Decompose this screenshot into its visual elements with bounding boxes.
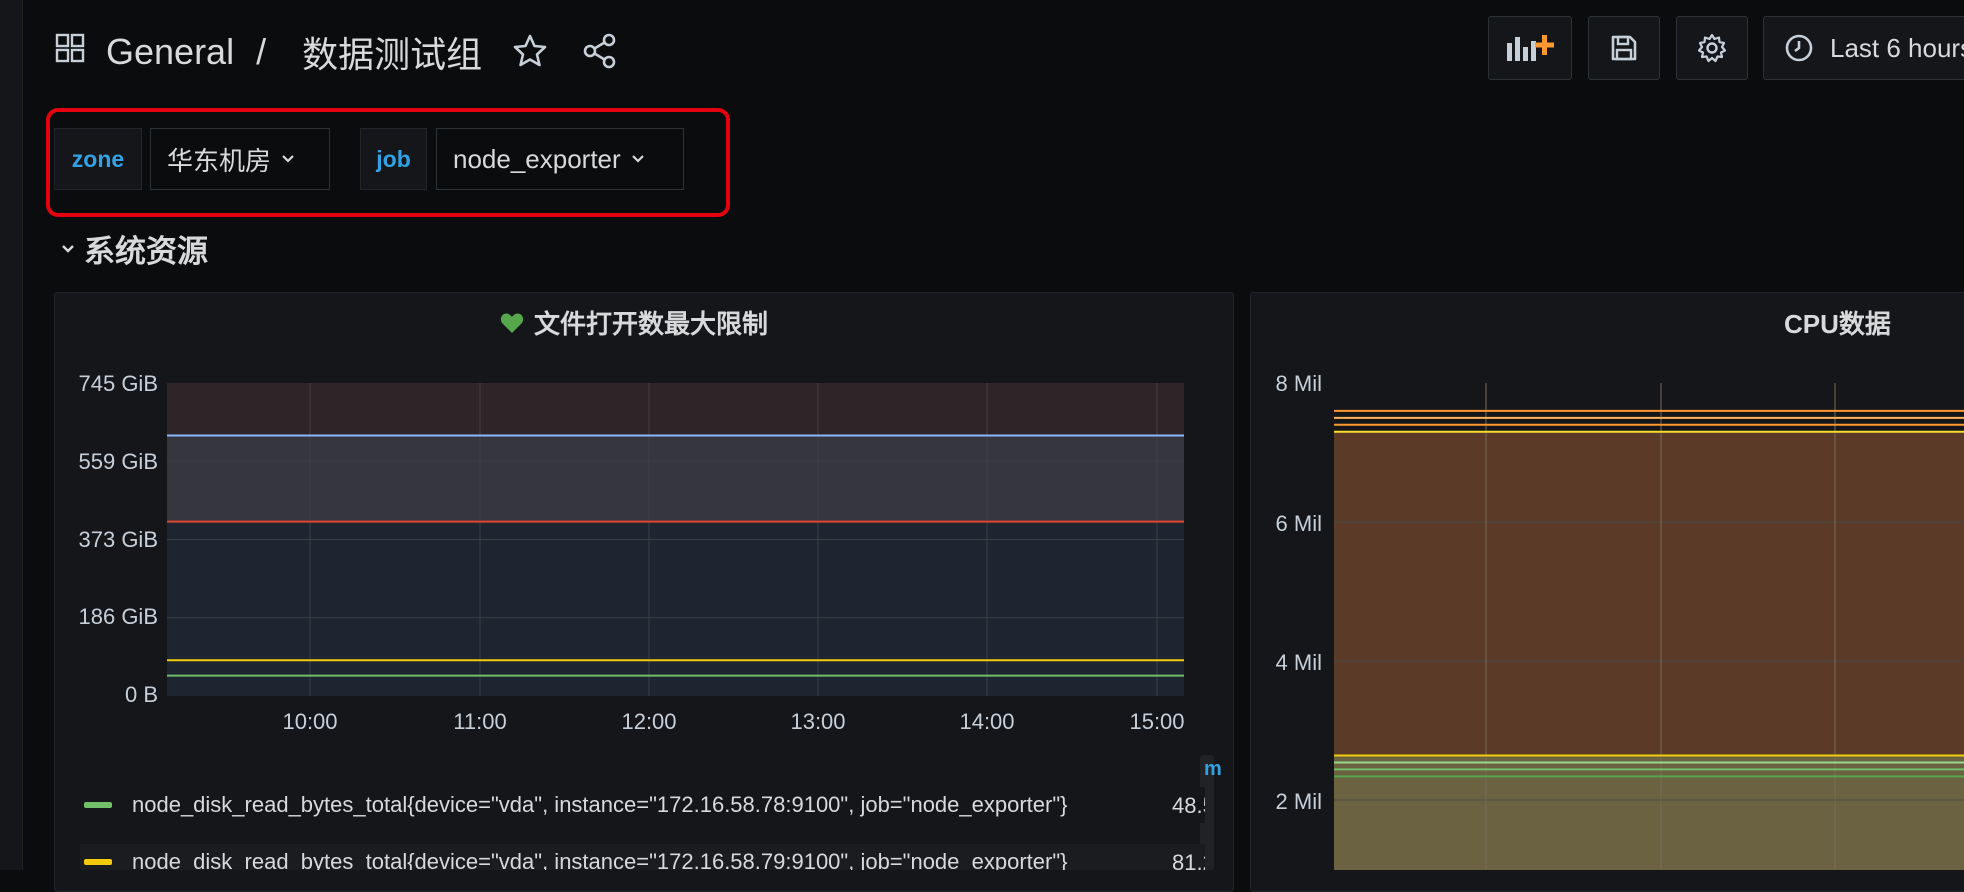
add-panel-icon [1507, 35, 1554, 61]
variable-select-zone[interactable]: 华东机房 [150, 128, 330, 190]
chart-file-open-limit[interactable] [167, 383, 1184, 696]
y-tick: 186 GiB [78, 604, 159, 629]
legend-column-header[interactable]: m [1204, 758, 1222, 781]
row-title: 系统资源 [84, 234, 208, 269]
chevron-down-icon [631, 155, 644, 163]
variable-select-job[interactable]: node_exporter [436, 128, 684, 190]
save-icon [1611, 35, 1637, 61]
panel-title-1[interactable]: 文件打开数最大限制 [500, 304, 768, 341]
legend-item[interactable]: node_disk_read_bytes_total{device="vda",… [84, 844, 1068, 870]
time-range-label: Last 6 hours [1830, 32, 1964, 63]
chevron-down-icon [282, 155, 294, 163]
variable-value-job: node_exporter [453, 143, 621, 174]
chart-cpu-data[interactable] [1334, 383, 1964, 870]
variable-label-job: job [360, 128, 427, 190]
share-icon[interactable] [580, 31, 620, 71]
variable-value-zone: 华东机房 [167, 145, 272, 176]
side-menu-strip [0, 0, 23, 870]
legend-label: node_disk_read_bytes_total{device="vda",… [132, 792, 1068, 817]
clock-icon [1785, 34, 1813, 62]
gear-icon [1697, 33, 1727, 63]
variable-label-zone: zone [54, 128, 142, 190]
threshold-band [167, 435, 1184, 522]
y-tick: 373 GiB [78, 527, 159, 552]
chevron-down-icon [62, 244, 74, 253]
panel-title-text: 文件打开数最大限制 [534, 309, 769, 339]
dashboard-title[interactable]: 数据测试组 [302, 26, 482, 78]
legend-item[interactable]: node_disk_read_bytes_total{device="vda",… [84, 787, 1068, 823]
row-header-system-resources[interactable]: 系统资源 [60, 226, 208, 271]
time-picker-button[interactable]: Last 6 hours [1763, 16, 1964, 80]
area-fill-yellow [1334, 755, 1964, 870]
dashboard-grid-icon [55, 33, 85, 63]
breadcrumb-folder[interactable]: General [106, 31, 234, 73]
x-tick: 10:00 [282, 709, 338, 734]
heart-icon [500, 312, 524, 333]
y-tick: 559 GiB [78, 449, 159, 474]
add-panel-button[interactable] [1488, 16, 1572, 80]
y-tick: 0 B [124, 682, 158, 707]
y-tick: 6 Mil [1275, 511, 1322, 536]
legend-list: node_disk_read_bytes_total{device="vda",… [60, 780, 1205, 870]
save-dashboard-button[interactable] [1588, 16, 1660, 80]
star-icon[interactable] [510, 31, 550, 71]
threshold-band [167, 521, 1184, 696]
area-fill-orange [1334, 431, 1964, 756]
y-tick: 2 Mil [1275, 789, 1322, 814]
legend-value: 48.5 [1172, 793, 1205, 818]
breadcrumb: General / 数据测试组 [106, 26, 482, 78]
x-tick: 12:00 [621, 709, 677, 734]
dashboard-settings-button[interactable] [1676, 16, 1748, 80]
y-tick: 8 Mil [1275, 371, 1322, 396]
x-tick: 13:00 [790, 709, 846, 734]
x-tick: 15:00 [1129, 709, 1185, 734]
x-tick: 14:00 [959, 709, 1015, 734]
x-tick: 11:00 [453, 709, 507, 734]
threshold-band [167, 383, 1184, 436]
legend-label: node_disk_read_bytes_total{device="vda",… [132, 849, 1068, 870]
legend-value: 81.2 [1172, 850, 1205, 870]
y-tick: 4 Mil [1275, 650, 1322, 675]
legend-swatch-yellow [84, 859, 112, 865]
y-tick: 745 GiB [78, 371, 159, 396]
breadcrumb-separator: / [256, 31, 267, 72]
panel-title-2[interactable]: CPU数据 [1784, 304, 1891, 341]
legend-swatch-green [84, 802, 112, 808]
